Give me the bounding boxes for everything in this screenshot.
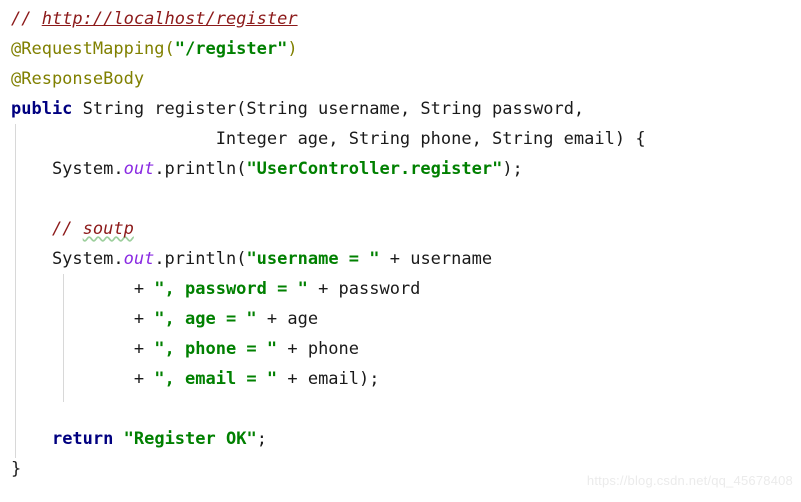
println-call-2: .println( bbox=[154, 249, 247, 269]
string-phone-label: ", phone = " bbox=[154, 339, 278, 359]
closing-brace: } bbox=[11, 459, 22, 479]
concat-age: + age bbox=[256, 309, 319, 329]
code-line-3[interactable]: @ResponseBody bbox=[0, 64, 801, 94]
code-line-15[interactable]: return "Register OK"; bbox=[0, 424, 801, 454]
concat-operator-password: + bbox=[11, 279, 155, 299]
method-signature-part-1: String register(String username, String … bbox=[72, 99, 585, 119]
code-line-2[interactable]: @RequestMapping("/register") bbox=[0, 34, 801, 64]
code-line-13[interactable]: + ", email = " + email); bbox=[0, 364, 801, 394]
code-line-8[interactable]: // soutp bbox=[0, 214, 801, 244]
string-username-label: "username = " bbox=[246, 249, 380, 269]
code-line-10[interactable]: + ", password = " + password bbox=[0, 274, 801, 304]
return-indent bbox=[11, 429, 52, 449]
code-line-12[interactable]: + ", phone = " + phone bbox=[0, 334, 801, 364]
code-line-9[interactable]: System.out.println("username = " + usern… bbox=[0, 244, 801, 274]
string-request-mapping-path: "/register" bbox=[174, 39, 288, 59]
println-prefix-2: System. bbox=[11, 249, 124, 269]
annotation-request-mapping: @RequestMapping( bbox=[11, 39, 175, 59]
concat-username: + username bbox=[379, 249, 493, 269]
code-content[interactable]: // http://localhost/register @RequestMap… bbox=[0, 0, 801, 502]
code-line-5[interactable]: Integer age, String phone, String email)… bbox=[0, 124, 801, 154]
code-editor[interactable]: // http://localhost/register @RequestMap… bbox=[0, 0, 801, 502]
return-space bbox=[113, 429, 123, 449]
static-field-out-2: out bbox=[123, 249, 155, 269]
comment-indent bbox=[11, 219, 52, 239]
annotation-response-body: @ResponseBody bbox=[11, 69, 145, 89]
static-field-out: out bbox=[123, 159, 155, 179]
concat-operator-phone: + bbox=[11, 339, 155, 359]
spellcheck-typo-soutp[interactable]: soutp bbox=[83, 219, 134, 239]
keyword-public: public bbox=[11, 99, 73, 119]
println-tail: ); bbox=[502, 159, 523, 179]
concat-operator-age: + bbox=[11, 309, 155, 329]
comment-marker: // bbox=[11, 9, 42, 29]
concat-operator-email: + bbox=[11, 369, 155, 389]
concat-email: + email); bbox=[277, 369, 380, 389]
csdn-watermark: https://blog.csdn.net/qq_45678408 bbox=[586, 473, 793, 488]
comment-url-link[interactable]: http://localhost/register bbox=[42, 9, 298, 29]
code-line-6[interactable]: System.out.println("UserController.regis… bbox=[0, 154, 801, 184]
string-password-label: ", password = " bbox=[154, 279, 308, 299]
comment-marker-soutp: // bbox=[51, 219, 83, 239]
concat-password: + password bbox=[307, 279, 421, 299]
code-line-7-blank[interactable] bbox=[0, 184, 801, 214]
println-prefix: System. bbox=[11, 159, 124, 179]
string-email-label: ", email = " bbox=[154, 369, 278, 389]
code-line-1[interactable]: // http://localhost/register bbox=[0, 4, 801, 34]
println-call: .println( bbox=[154, 159, 247, 179]
keyword-return: return bbox=[51, 429, 114, 449]
string-register-ok: "Register OK" bbox=[123, 429, 257, 449]
string-age-label: ", age = " bbox=[154, 309, 257, 329]
concat-phone: + phone bbox=[277, 339, 360, 359]
annotation-close-paren: ) bbox=[287, 39, 298, 59]
string-usercontroller-register: "UserController.register" bbox=[246, 159, 503, 179]
code-line-4[interactable]: public String register(String username, … bbox=[0, 94, 801, 124]
code-line-14-blank[interactable] bbox=[0, 394, 801, 424]
return-semicolon: ; bbox=[256, 429, 267, 449]
method-signature-part-2: Integer age, String phone, String email)… bbox=[11, 129, 646, 149]
code-line-11[interactable]: + ", age = " + age bbox=[0, 304, 801, 334]
